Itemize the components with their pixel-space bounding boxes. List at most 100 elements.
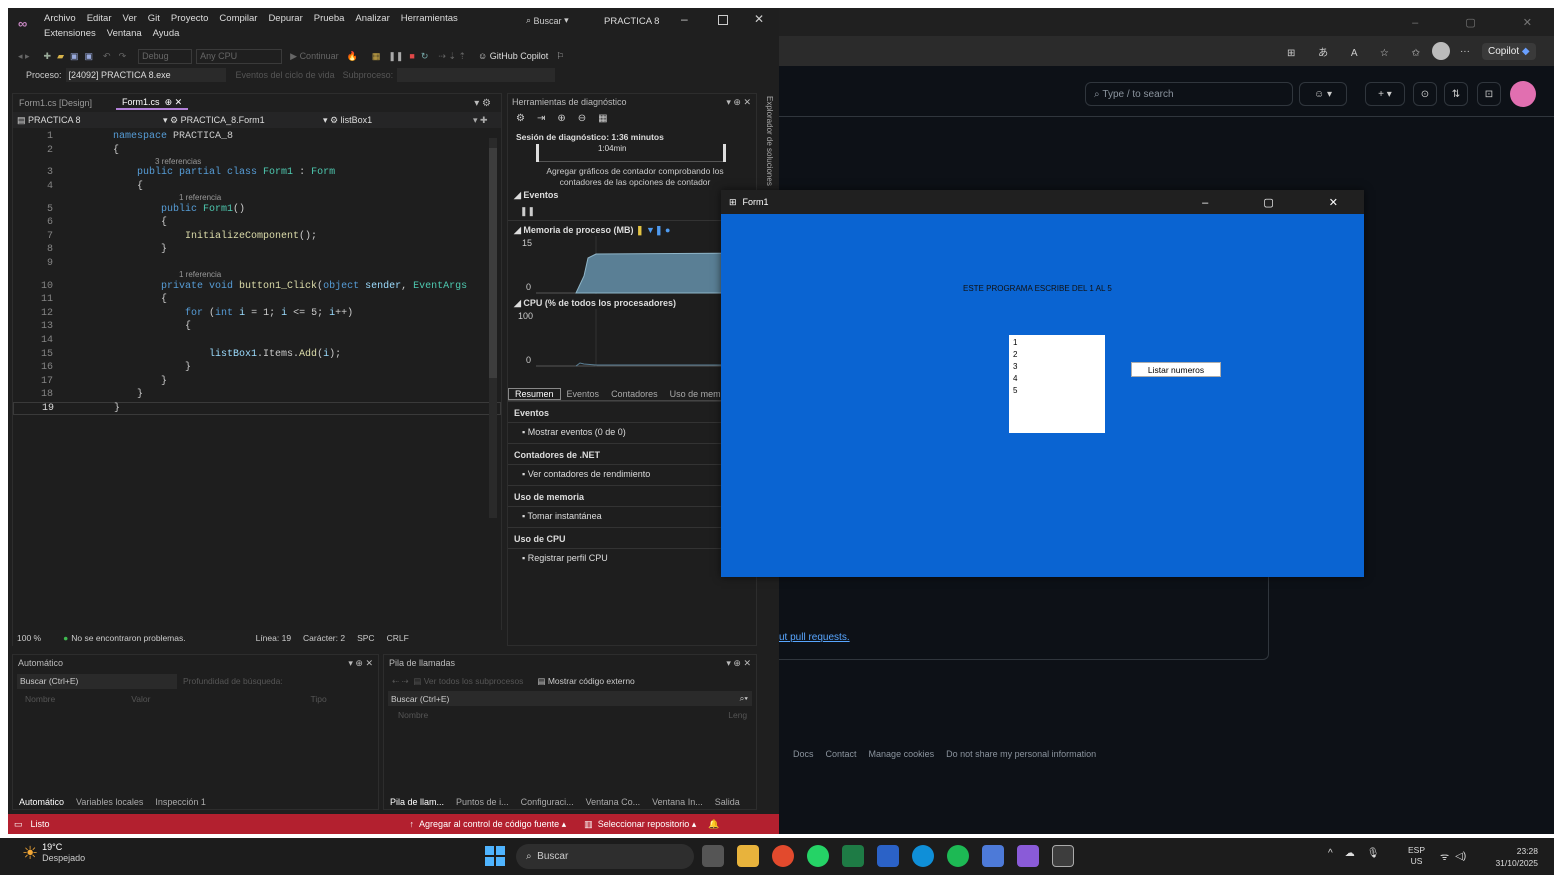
browser-actions-icon[interactable]: ⊞ あ A ☆ ✩ bbox=[1287, 44, 1430, 59]
continue-button[interactable]: ▶ Continuar bbox=[290, 51, 338, 62]
task-view-icon[interactable] bbox=[702, 845, 724, 867]
callstack-controls-icon[interactable]: ▾ ⊕ ✕ bbox=[726, 658, 751, 669]
external-code-button[interactable]: ▤ Mostrar código externo bbox=[537, 676, 634, 687]
callstack-tab[interactable]: Ventana In... bbox=[646, 797, 709, 807]
start-button[interactable] bbox=[485, 846, 505, 866]
window-controls-icon[interactable]: – ▢ ✕ bbox=[1412, 16, 1554, 29]
open-folder-icon[interactable]: ▰ bbox=[57, 51, 64, 62]
lifecycle-events[interactable]: Eventos del ciclo de vida bbox=[236, 70, 335, 80]
profile-avatar[interactable] bbox=[1431, 42, 1450, 60]
callstack-search[interactable]: Buscar (Ctrl+E) ⌕▾ bbox=[388, 691, 752, 706]
feedback-icon[interactable]: ⚐ bbox=[556, 51, 564, 62]
code-lens-references[interactable]: 1 referencia bbox=[13, 193, 501, 202]
code-lens-references[interactable]: 1 referencia bbox=[13, 270, 501, 279]
pause-icon[interactable]: ❚❚ bbox=[388, 51, 403, 62]
events-track[interactable]: ❚❚ bbox=[508, 201, 756, 221]
zoom-out-icon[interactable]: ⊖ bbox=[578, 113, 586, 124]
minimize-button[interactable]: – bbox=[681, 12, 688, 26]
user-avatar[interactable] bbox=[1510, 81, 1536, 107]
edge-icon[interactable] bbox=[912, 845, 934, 867]
file-explorer-icon[interactable] bbox=[737, 845, 759, 867]
menu-item[interactable]: Ventana bbox=[107, 28, 142, 39]
search-box[interactable]: ⌕ Buscar ▾ bbox=[526, 15, 569, 26]
split-icon[interactable]: ▾ ✚ bbox=[473, 115, 488, 126]
form-app-icon[interactable] bbox=[1052, 845, 1074, 867]
code-lens-references[interactable]: 3 referencias bbox=[13, 157, 501, 166]
numbers-listbox[interactable]: 12345 bbox=[1009, 335, 1105, 433]
autos-tab[interactable]: Inspección 1 bbox=[149, 797, 212, 807]
autos-tab[interactable]: Variables locales bbox=[70, 797, 149, 807]
settings-icon[interactable]: ⚙ bbox=[516, 113, 525, 124]
close-tab-icon[interactable]: ✕ bbox=[175, 97, 183, 107]
diag-section-action[interactable]: ▪ Registrar perfil CPU bbox=[508, 548, 756, 569]
form-window-controls[interactable]: – ▢ ✕ bbox=[1202, 196, 1364, 209]
list-item[interactable]: 5 bbox=[1013, 385, 1101, 397]
new-item-icon[interactable]: ✚ bbox=[44, 51, 52, 62]
diag-icon[interactable]: ▦ bbox=[372, 51, 381, 62]
system-tray[interactable]: ^ ☁ 🎙 bbox=[1328, 848, 1379, 859]
repo-button[interactable]: ▥ Seleccionar repositorio ▴ bbox=[584, 819, 696, 830]
teams-icon[interactable] bbox=[982, 845, 1004, 867]
stop-icon[interactable]: ■ bbox=[409, 51, 414, 61]
menu-item[interactable]: Ayuda bbox=[153, 28, 180, 39]
timeline[interactable]: 1:04min bbox=[536, 144, 726, 162]
column-header[interactable]: Valor bbox=[131, 694, 150, 704]
redo-icon[interactable]: ↷ bbox=[119, 51, 127, 62]
chart-icon[interactable]: ▦ bbox=[598, 113, 607, 124]
vertical-scrollbar[interactable] bbox=[489, 138, 497, 518]
diag-tab[interactable]: Resumen bbox=[508, 387, 561, 400]
menu-item[interactable]: Analizar bbox=[355, 13, 389, 24]
project-dropdown[interactable]: ▤ PRACTICA 8 bbox=[13, 115, 163, 126]
autos-search[interactable]: Buscar (Ctrl+E) bbox=[17, 673, 177, 689]
tab-form1-cs[interactable]: Form1.cs ⊕ ✕ bbox=[116, 97, 189, 110]
footer-link[interactable]: Contact bbox=[826, 749, 857, 759]
code-body[interactable]: 1 namespace PRACTICA_8 2{3 referencias 3 pu… bbox=[13, 128, 501, 416]
github-search[interactable]: ⌕ Type / to search bbox=[1085, 82, 1293, 106]
close-button[interactable]: ✕ bbox=[754, 12, 764, 26]
network-volume[interactable]: ᯤ ◁) bbox=[1440, 849, 1466, 864]
memory-chart[interactable]: 15 0 bbox=[508, 236, 758, 294]
restart-icon[interactable]: ↻ bbox=[421, 51, 429, 62]
config-dropdown[interactable]: Debug bbox=[138, 48, 193, 64]
column-header[interactable]: Tipo bbox=[310, 694, 326, 704]
chevron-up-icon[interactable]: ^ bbox=[1328, 848, 1333, 859]
platform-dropdown[interactable]: Any CPU bbox=[196, 48, 283, 64]
menu-item[interactable]: Git bbox=[148, 13, 160, 24]
menu-item[interactable]: Editar bbox=[87, 13, 112, 24]
column-header[interactable]: Nombre bbox=[398, 710, 428, 720]
diag-tab[interactable]: Uso de mem bbox=[664, 389, 727, 399]
save-all-icon[interactable]: ▣ bbox=[85, 51, 94, 62]
onedrive-icon[interactable]: ☁ bbox=[1345, 848, 1355, 859]
side-tab-solution-explorer[interactable]: Explorador de soluciones bbox=[760, 96, 774, 196]
list-item[interactable]: 2 bbox=[1013, 349, 1101, 361]
zoom-in-icon[interactable]: ⊕ bbox=[557, 113, 565, 124]
diag-tab[interactable]: Eventos bbox=[561, 389, 606, 399]
menu-item[interactable]: Ver bbox=[123, 13, 137, 24]
autos-controls-icon[interactable]: ▾ ⊕ ✕ bbox=[348, 658, 373, 669]
footer-link[interactable]: Manage cookies bbox=[869, 749, 935, 759]
footer-link[interactable]: Do not share my personal information bbox=[946, 749, 1096, 759]
hot-reload-icon[interactable]: 🔥 bbox=[347, 51, 358, 62]
back-forward-icon[interactable]: ◂ ▸ bbox=[18, 51, 30, 62]
diag-section-action[interactable]: ▪ Mostrar eventos (0 de 0) bbox=[508, 422, 756, 443]
create-new-button[interactable]: + ▾ bbox=[1365, 82, 1405, 106]
diag-tab[interactable]: Contadores bbox=[605, 389, 664, 399]
footer-link[interactable]: Docs bbox=[793, 749, 814, 759]
copilot-button[interactable]: Copilot ◆ bbox=[1481, 42, 1536, 60]
export-icon[interactable]: ⇥ bbox=[537, 113, 545, 124]
all-threads-button[interactable]: ⇠ ⇢ ▤ Ver todos los subprocesos bbox=[392, 676, 523, 687]
diag-section-action[interactable]: ▪ Ver contadores de rendimiento bbox=[508, 464, 756, 485]
spotify-icon[interactable] bbox=[947, 845, 969, 867]
menu-item[interactable]: Compilar bbox=[219, 13, 257, 24]
pull-requests-link[interactable]: ut pull requests. bbox=[779, 632, 850, 643]
menu-item[interactable]: Proyecto bbox=[171, 13, 209, 24]
save-icon[interactable]: ▣ bbox=[70, 51, 79, 62]
thread-dropdown[interactable] bbox=[397, 68, 556, 82]
copilot-button[interactable]: ☺ GitHub Copilot bbox=[478, 51, 548, 61]
column-header[interactable]: Leng bbox=[728, 710, 747, 720]
browser-app-icon[interactable] bbox=[772, 845, 794, 867]
member-dropdown[interactable]: ▾ ⚙ listBox1 bbox=[323, 115, 473, 126]
callstack-tab[interactable]: Pila de llam... bbox=[384, 797, 450, 807]
taskbar-search[interactable]: ⌕ Buscar bbox=[516, 844, 694, 869]
list-item[interactable]: 3 bbox=[1013, 361, 1101, 373]
